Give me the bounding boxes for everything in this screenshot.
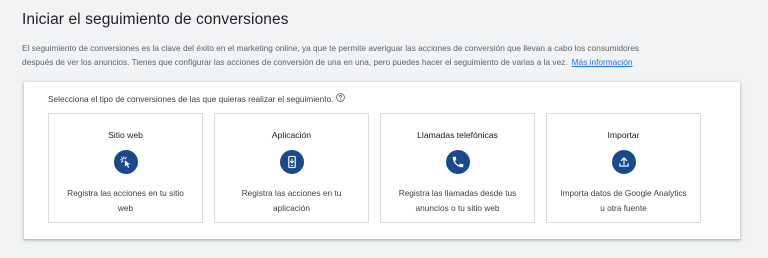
page-title: Iniciar el seguimiento de conversiones [22, 11, 289, 28]
learn-more-link[interactable]: Más información [572, 57, 633, 67]
option-title: Importar [607, 130, 640, 140]
option-sitio-web[interactable]: Sitio web Registra las acciones en tu si… [48, 113, 203, 223]
conversion-options: Sitio web Registra las acciones en tu si… [48, 113, 701, 223]
option-title: Llamadas telefónicas [417, 130, 498, 140]
upload-icon [611, 150, 636, 174]
cursor-click-icon [113, 150, 138, 174]
description-line-2: después de ver los anuncios. Tienes que … [22, 55, 752, 69]
option-description: Registra las acciones en tu sitio web [67, 188, 184, 213]
card-prompt: Selecciona el tipo de conversiones de la… [48, 92, 345, 104]
option-description: Importa datos de Google Analytics u otra… [560, 188, 687, 213]
option-importar[interactable]: Importar Importa datos de Google Analyti… [546, 113, 701, 223]
description-line-1: El seguimiento de conversiones es la cla… [22, 43, 640, 53]
option-llamadas-telefonicas[interactable]: Llamadas telefónicas Registra las llamad… [380, 113, 535, 223]
description-line-2-text: después de ver los anuncios. Tienes que … [22, 57, 568, 67]
phone-icon [445, 150, 470, 174]
card-prompt-text: Selecciona el tipo de conversiones de la… [48, 94, 334, 104]
option-description: Registra las acciones en tu aplicación [241, 188, 342, 213]
option-title: Aplicación [271, 130, 312, 140]
option-title: Sitio web [108, 130, 143, 140]
mobile-app-icon [279, 150, 304, 174]
option-aplicacion[interactable]: Aplicación Registra las acciones en tu a… [214, 113, 369, 223]
conversion-type-card: Selecciona el tipo de conversiones de la… [24, 82, 740, 239]
page-description: El seguimiento de conversiones es la cla… [22, 41, 752, 69]
help-icon[interactable] [335, 92, 345, 102]
option-description: Registra las llamadas desde tus anuncios… [398, 188, 517, 213]
